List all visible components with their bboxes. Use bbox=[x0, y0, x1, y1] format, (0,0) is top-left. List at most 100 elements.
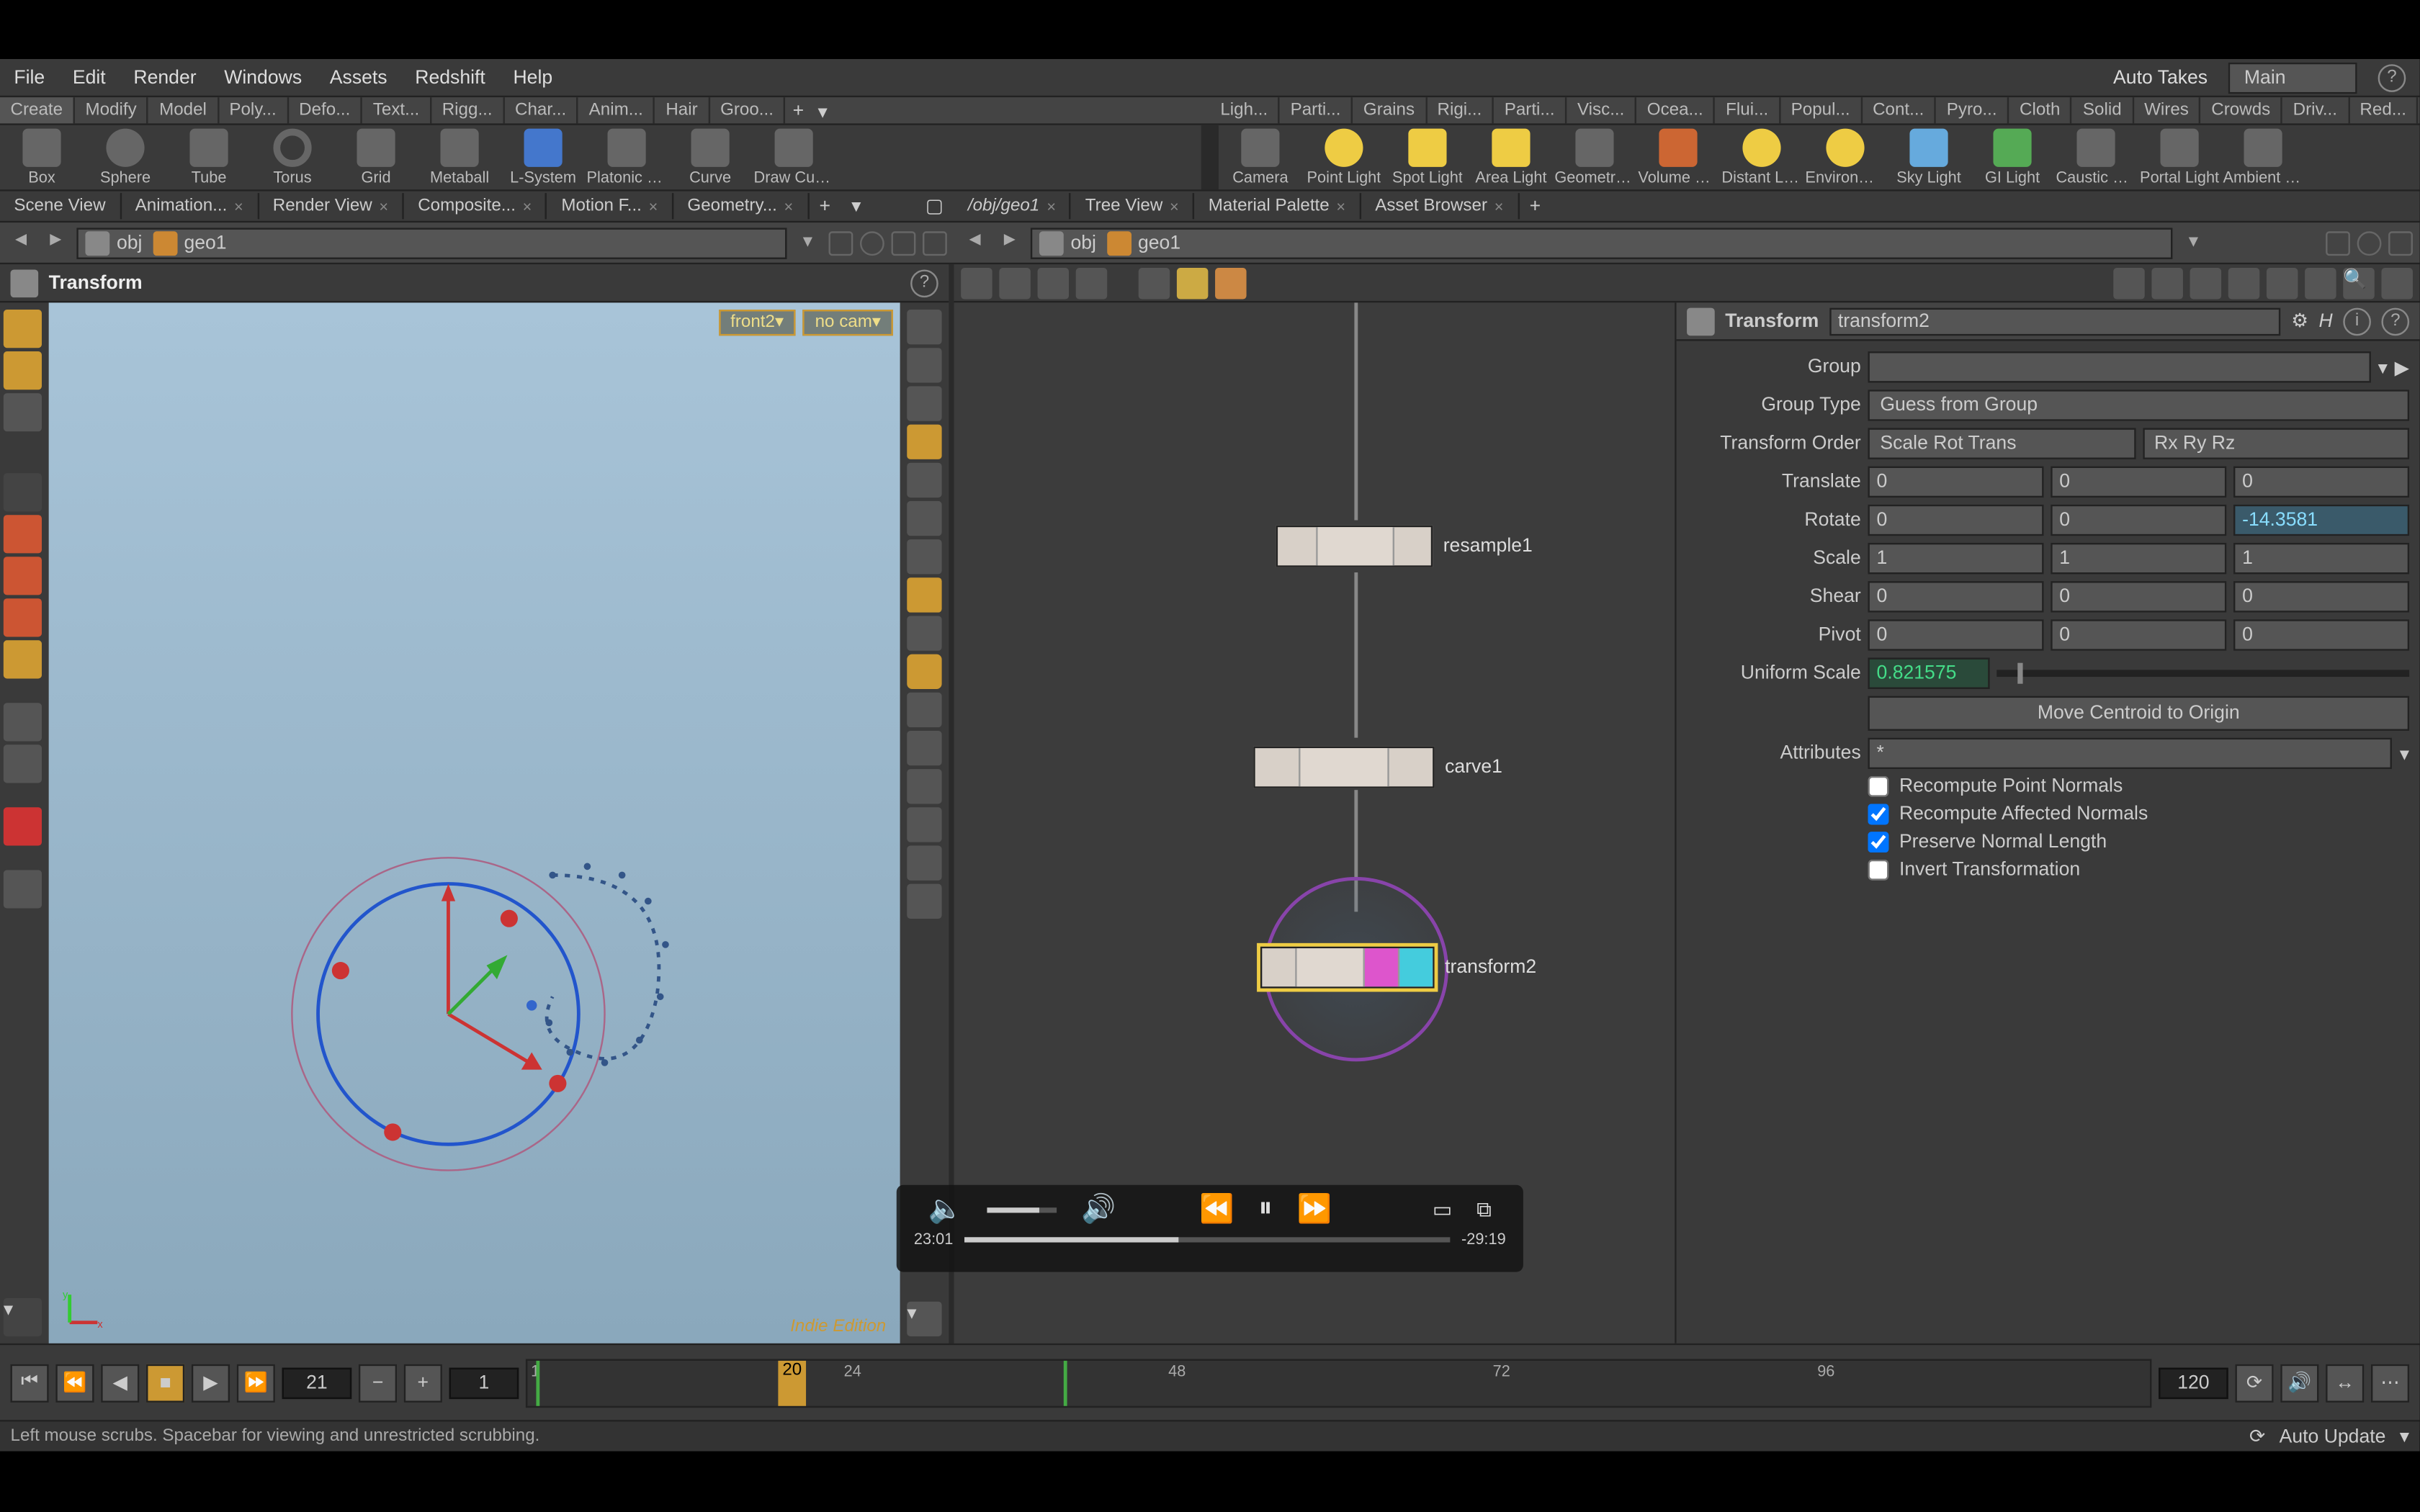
scale-tool-icon[interactable] bbox=[4, 557, 42, 595]
attributes-input[interactable]: * bbox=[1868, 738, 2393, 770]
brush-tool-icon[interactable] bbox=[4, 515, 42, 553]
netbox-icon[interactable] bbox=[1215, 267, 1247, 299]
tool-lsystem[interactable]: L-System bbox=[501, 129, 585, 186]
tree-view-icon[interactable] bbox=[999, 267, 1031, 299]
ry-input[interactable]: 0 bbox=[2051, 505, 2226, 536]
node-resample1[interactable]: resample1 bbox=[1276, 526, 1533, 567]
help-icon[interactable]: ? bbox=[910, 269, 938, 297]
shelf-tab[interactable]: Parti... bbox=[1280, 97, 1353, 123]
add-tab-icon[interactable]: + bbox=[809, 192, 841, 220]
help-icon[interactable]: ? bbox=[2381, 307, 2409, 335]
tab-geometry[interactable]: Geometry...× bbox=[673, 193, 809, 219]
bone-icon[interactable] bbox=[907, 501, 941, 536]
pose-tool-icon[interactable] bbox=[4, 598, 42, 636]
wire-icon[interactable] bbox=[907, 693, 941, 727]
layout6-icon[interactable] bbox=[2305, 267, 2336, 299]
snap2-tool-icon[interactable] bbox=[4, 744, 42, 783]
pin-icon[interactable] bbox=[2326, 230, 2350, 255]
misc-tool-icon[interactable] bbox=[4, 870, 42, 908]
shelf-tab[interactable]: Red... bbox=[2349, 97, 2419, 123]
tool-geolight[interactable]: Geometry L... bbox=[1553, 129, 1636, 186]
tool-vollight[interactable]: Volume Light bbox=[1636, 129, 1720, 186]
grouptype-select[interactable]: Guess from Group bbox=[1868, 390, 2409, 421]
tab-animation[interactable]: Animation...× bbox=[121, 193, 259, 219]
selected-icon[interactable] bbox=[907, 577, 941, 612]
shelf-tab[interactable]: Driv... bbox=[2282, 97, 2349, 123]
menu-edit[interactable]: Edit bbox=[73, 67, 106, 88]
rewind-icon[interactable]: ⏪ bbox=[1199, 1192, 1234, 1226]
pip-icon[interactable]: ⧉ bbox=[1476, 1197, 1492, 1223]
tool-skylight[interactable]: Sky Light bbox=[1887, 129, 1971, 186]
tool-box[interactable]: Box bbox=[0, 129, 84, 186]
h-icon[interactable]: H bbox=[2319, 310, 2333, 331]
px-input[interactable]: 0 bbox=[1868, 619, 2043, 651]
prev-frame-icon[interactable]: ◀ bbox=[101, 1364, 139, 1402]
magnet-tool-icon[interactable] bbox=[4, 807, 42, 845]
keyframe-mark[interactable] bbox=[1063, 1360, 1067, 1405]
pin-icon[interactable] bbox=[828, 230, 853, 255]
target-icon[interactable] bbox=[2357, 230, 2382, 255]
layout5-icon[interactable] bbox=[2267, 267, 2298, 299]
recompute-pn-checkbox[interactable] bbox=[1868, 776, 1888, 797]
tab-matpalette[interactable]: Material Palette× bbox=[1194, 193, 1361, 219]
shelf-tab[interactable]: Cont... bbox=[1863, 97, 1937, 123]
tool-drawcurve[interactable]: Draw Curve bbox=[752, 129, 835, 186]
rz-input[interactable]: -14.3581 bbox=[2233, 505, 2409, 536]
list-view-icon[interactable] bbox=[961, 267, 992, 299]
shelf-add-icon[interactable]: + bbox=[786, 97, 811, 123]
ghost-icon[interactable] bbox=[907, 386, 941, 420]
tab-motionfx[interactable]: Motion F...× bbox=[547, 193, 673, 219]
tab-dropdown-icon[interactable]: ▾ bbox=[841, 192, 871, 221]
snapshot2-icon[interactable] bbox=[923, 230, 947, 255]
move-tool-icon[interactable] bbox=[4, 351, 42, 390]
menu-assets[interactable]: Assets bbox=[330, 67, 387, 88]
param-view-icon[interactable] bbox=[1076, 267, 1108, 299]
rx-input[interactable]: 0 bbox=[1868, 505, 2043, 536]
path-field[interactable]: obj geo1 bbox=[1031, 227, 2173, 258]
expand-icon[interactable] bbox=[2381, 267, 2413, 299]
refresh-icon[interactable]: ⟳ bbox=[2249, 1425, 2265, 1447]
numbers-icon[interactable] bbox=[907, 769, 941, 804]
tool-tube[interactable]: Tube bbox=[167, 129, 251, 186]
grid-view-icon[interactable] bbox=[1038, 267, 1070, 299]
render-icon[interactable] bbox=[860, 230, 884, 255]
shelf-tab[interactable]: Visc... bbox=[1567, 97, 1636, 123]
ty-input[interactable]: 0 bbox=[2051, 467, 2226, 498]
rotorder-select[interactable]: Rx Ry Rz bbox=[2142, 428, 2409, 459]
tool-torus[interactable]: Torus bbox=[251, 129, 334, 186]
arrow-tool-icon[interactable] bbox=[4, 473, 42, 511]
tab-treeview[interactable]: Tree View× bbox=[1071, 193, 1194, 219]
pz-input[interactable]: 0 bbox=[2233, 619, 2409, 651]
prev-key-icon[interactable]: ⏪ bbox=[55, 1364, 94, 1402]
shelf-tab-create[interactable]: Create bbox=[0, 97, 75, 123]
menu-help[interactable]: Help bbox=[513, 67, 552, 88]
shelf-tab[interactable]: Poly... bbox=[219, 97, 289, 123]
shaded-icon[interactable] bbox=[907, 425, 941, 459]
tool-camera[interactable]: Camera bbox=[1219, 129, 1302, 186]
shelf-tab[interactable]: Wires bbox=[2134, 97, 2201, 123]
uscale-slider[interactable] bbox=[1996, 670, 2409, 677]
xformorder-select[interactable]: Scale Rot Trans bbox=[1868, 428, 2135, 459]
snapshot-icon[interactable] bbox=[892, 230, 916, 255]
end-frame-field[interactable]: 120 bbox=[2159, 1367, 2228, 1398]
shelf-tab[interactable]: Ocea... bbox=[1636, 97, 1715, 123]
take-selector[interactable]: Main bbox=[2228, 62, 2357, 94]
tool-distlight[interactable]: Distant Light bbox=[1720, 129, 1803, 186]
menu-windows[interactable]: Windows bbox=[224, 67, 302, 88]
tab-assetbrowser[interactable]: Asset Browser× bbox=[1361, 193, 1519, 219]
shelf-dropdown-icon[interactable]: ▾ bbox=[811, 97, 835, 123]
dropdown-icon[interactable]: ▾ bbox=[2400, 742, 2409, 765]
node-transform2[interactable]: transform2 bbox=[1260, 947, 1536, 989]
rotate-tool-icon[interactable] bbox=[4, 393, 42, 431]
template-icon[interactable] bbox=[907, 616, 941, 650]
tz-input[interactable]: 0 bbox=[2233, 467, 2409, 498]
node-name-field[interactable]: transform2 bbox=[1829, 307, 2281, 335]
close-icon[interactable]: × bbox=[784, 197, 794, 215]
play-icon[interactable]: ▶ bbox=[192, 1364, 230, 1402]
tab-sceneview[interactable]: Scene View bbox=[0, 193, 121, 219]
py-input[interactable]: 0 bbox=[2051, 619, 2226, 651]
dropdown-icon[interactable]: ▾ bbox=[794, 229, 822, 257]
camera-selector-2[interactable]: no cam▾ bbox=[803, 310, 893, 336]
expand-icon[interactable]: ▾ bbox=[4, 1298, 42, 1336]
dropdown-icon[interactable]: ▾ bbox=[2179, 229, 2208, 257]
